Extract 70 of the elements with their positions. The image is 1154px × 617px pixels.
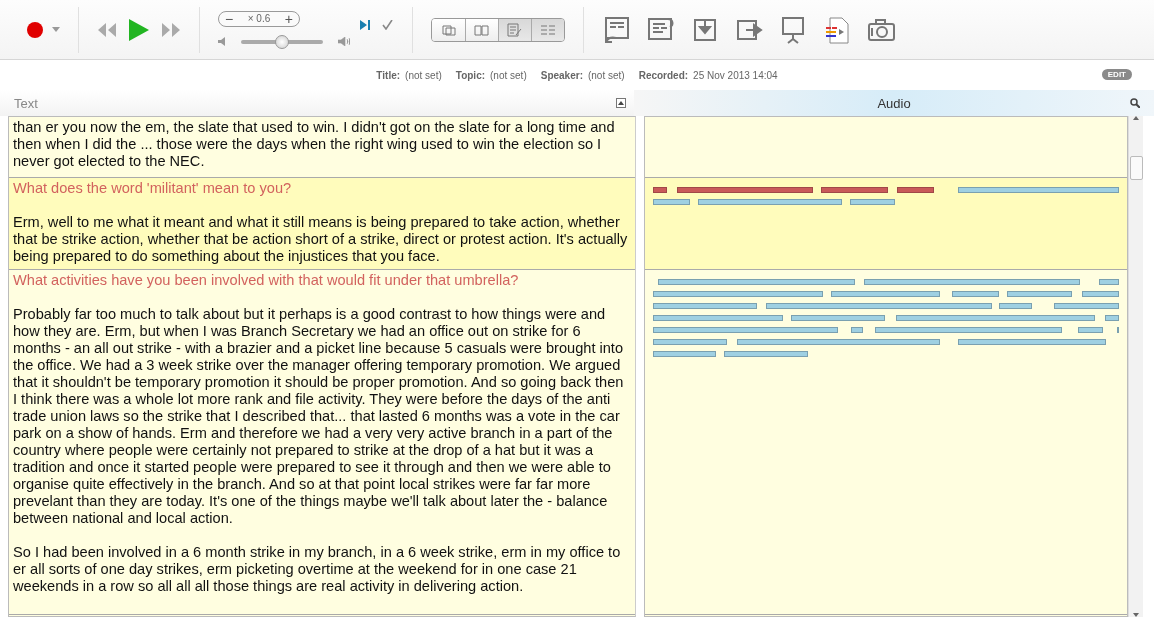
question-text: What does the word 'militant' mean to you? [13, 180, 293, 197]
rewind-button[interactable] [97, 22, 117, 37]
answer-word-bar [1099, 279, 1119, 285]
view-button[interactable] [531, 18, 564, 41]
speed-up-button[interactable]: + [284, 11, 293, 26]
metadata-value: (not set) [587, 69, 625, 81]
caption-loop-button[interactable] [602, 14, 632, 45]
metadata-label: Speaker: [540, 69, 583, 81]
answer-word-bar [1054, 303, 1119, 309]
answer-text: than er you now the em, the slate that used to win. I didn't got on the slate for a long time and then when I did the ... those were the days when the right wing used to win the election so I never got elected to the NEC. [13, 119, 616, 170]
question-text: What activities have you been involved with that would fit under that umbrella? [13, 272, 520, 289]
pages-icon [441, 23, 456, 36]
collapse-button[interactable] [616, 98, 626, 108]
scrollbar[interactable] [1128, 116, 1143, 617]
columns-icon [540, 23, 556, 36]
transcript-segment[interactable] [9, 178, 635, 270]
view-button[interactable] [432, 18, 465, 41]
play-icon [129, 18, 149, 41]
metadata-value: 25 Nov 2013 14:04 [693, 69, 778, 81]
volume-high-icon [338, 37, 350, 46]
metadata-label: Title: [376, 69, 401, 81]
answer-word-bar [1082, 291, 1119, 297]
check-button[interactable] [382, 19, 394, 30]
view-button[interactable] [465, 18, 498, 41]
metadata-value: (not set) [490, 69, 527, 81]
answer-word-bar [850, 199, 895, 205]
caption-loop-icon [602, 14, 632, 45]
speed-down-button[interactable]: − [225, 11, 234, 26]
answer-word-bar [1105, 315, 1119, 321]
check-icon [382, 19, 394, 30]
scroll-thumb[interactable] [1129, 156, 1143, 180]
fast-forward-icon [161, 22, 181, 37]
record-icon [26, 20, 44, 39]
answer-word-bar [1077, 327, 1103, 333]
answer-text: Probably far too much to talk about but it perhaps is a good contrast to how things were and how they are. Erm, but when I was Branch Secretary we had an office out on strike for 6 months - an all out strike - with a brazier and a picket line because 5 casuals were brought into the office. We had a 3 week strike over the manager offering temporary promotion. We argued that it shouldn't be temporary promotion it should be proper promotion. And so going back then I think there was a whole lot more rank and file activity. They were before the days of the anti trade union laws so the strike that I described that... that lasted 6 months was a vote in the car park on a show of hands. Erm and therefore we had a very very active branch in a part of the country where people were certainly not prepared to strike at the drop of a hat but it was a tradition and once it started people were prepared to see it through and then we were able to organise quite effectively in the branch. And so at that point local strikes were far far more prevelant than they are today. It's one of the things maybe we'll talk about later the - balance between national and local action. [13, 306, 625, 527]
play-button[interactable] [129, 18, 149, 41]
answer-word-bar [1007, 291, 1073, 297]
text-pane-title: Text [14, 95, 38, 111]
answer-text: Erm, well to me what it meant and what it still means is being prepared to take action, whether that be strike action, whether that be action short of a strike, direct or protest action. It's actually being prepared to do something about the injustices that you face. [13, 214, 629, 265]
answer-word-bar [998, 303, 1033, 309]
answer-text: So I had been involved in a 6 month strike in my branch, in a 6 week strike, erm in my office to er all sorts of one day strikes, erm picketing overtime at the weekend for in one case 21 weekends in a row so all all all those things are real activity in delivering action. [13, 544, 622, 595]
fast-forward-button[interactable] [161, 22, 181, 37]
speed-value: × 0.6 [247, 13, 271, 24]
question-word-bar [653, 187, 667, 193]
metadata-value: (not set) [405, 69, 442, 81]
caret-icon [52, 26, 60, 33]
answer-word-bar [653, 351, 716, 357]
rewind-icon [97, 22, 117, 37]
edit-document-icon [507, 22, 523, 37]
book-icon [474, 23, 490, 36]
question-word-bar [821, 187, 889, 193]
volume-low-icon [218, 37, 226, 46]
metadata-label: Recorded: [638, 69, 689, 81]
skip-to-end-icon [360, 19, 370, 30]
metadata-label: Topic: [455, 69, 486, 81]
record-menu-button[interactable] [52, 26, 60, 33]
answer-word-bar [653, 199, 690, 205]
collapse-icon [616, 98, 626, 108]
record-button[interactable] [26, 20, 44, 39]
volume-thumb[interactable] [275, 34, 289, 49]
search-icon [1130, 98, 1140, 108]
answer-word-bar [850, 327, 864, 333]
view-button[interactable] [498, 18, 531, 41]
skip-to-end-button[interactable] [360, 19, 370, 30]
question-word-bar [897, 187, 935, 193]
audio-pane-title: Audio [877, 95, 911, 111]
scroll-down-icon [1133, 613, 1139, 617]
zoom-button[interactable] [1130, 98, 1140, 108]
audio-segment[interactable] [645, 178, 1127, 270]
answer-word-bar [952, 291, 1000, 297]
